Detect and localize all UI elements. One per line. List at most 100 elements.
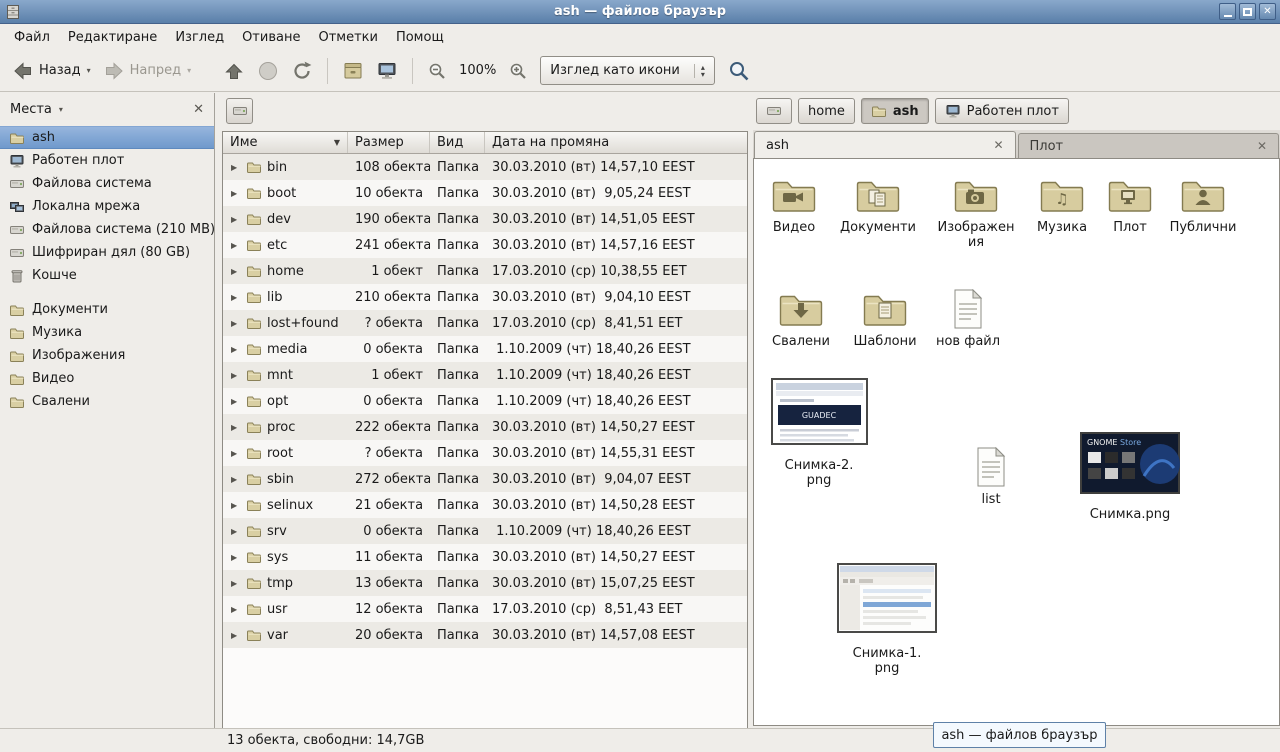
sidebar-item[interactable]: Музика [0,321,214,344]
menu-item-5[interactable]: Помощ [387,26,453,49]
zoom-out-button[interactable] [421,57,453,85]
back-dropdown-icon[interactable]: ▾ [87,66,91,75]
close-button[interactable]: ✕ [1259,3,1276,20]
reload-button[interactable] [285,56,319,86]
expander-icon[interactable]: ▶ [231,241,241,250]
tree-row[interactable]: ▶proc 222 обекта Папка 30.03.2010 (вт) 1… [223,414,747,440]
folder-icon [246,627,262,643]
expander-icon[interactable]: ▶ [231,475,241,484]
tree-row[interactable]: ▶root ? обекта Папка 30.03.2010 (вт) 14,… [223,440,747,466]
icon-view[interactable]: Видео Документи Изображения ♫ Музика Пло… [753,158,1280,726]
menu-item-0[interactable]: Файл [5,26,59,49]
expander-icon[interactable]: ▶ [231,605,241,614]
titlebar[interactable]: ash — файлов браузър ✕ [0,0,1280,24]
tree-row[interactable]: ▶sys 11 обекта Папка 30.03.2010 (вт) 14,… [223,544,747,570]
icon-view-item[interactable]: list [931,447,1051,507]
icon-view-item[interactable]: нов файл [908,289,1028,349]
minimize-button[interactable] [1219,3,1236,20]
icon-view-item[interactable]: Публични [1143,173,1263,235]
expander-icon[interactable]: ▶ [231,631,241,640]
expander-icon[interactable]: ▶ [231,267,241,276]
expander-icon[interactable]: ▶ [231,423,241,432]
tree-row[interactable]: ▶bin 108 обекта Папка 30.03.2010 (вт) 14… [223,154,747,180]
sidebar-item[interactable]: Файлова система (210 MB) [0,218,214,241]
icon-view-item[interactable]: GUADEC Снимка-2.png [759,378,879,488]
column-header-name[interactable]: Име▼ [223,132,348,153]
expander-icon[interactable]: ▶ [231,319,241,328]
tree-row[interactable]: ▶media 0 обекта Папка 1.10.2009 (чт) 18,… [223,336,747,362]
places-title[interactable]: Места [10,102,52,117]
tab[interactable]: Плот ✕ [1018,133,1280,158]
maximize-button[interactable] [1239,3,1256,20]
tree-row[interactable]: ▶selinux 21 обекта Папка 30.03.2010 (вт)… [223,492,747,518]
expander-icon[interactable]: ▶ [231,501,241,510]
up-button[interactable] [217,56,251,86]
tree-row[interactable]: ▶etc 241 обекта Папка 30.03.2010 (вт) 14… [223,232,747,258]
tree-row[interactable]: ▶srv 0 обекта Папка 1.10.2009 (чт) 18,40… [223,518,747,544]
tab[interactable]: ash ✕ [754,131,1016,158]
sidebar-item[interactable]: Работен плот [0,149,214,172]
expander-icon[interactable]: ▶ [231,553,241,562]
tree-row[interactable]: ▶dev 190 обекта Папка 30.03.2010 (вт) 14… [223,206,747,232]
file-size: 1 обект [348,264,430,279]
menu-item-2[interactable]: Изглед [166,26,233,49]
tree-row[interactable]: ▶lost+found ? обекта Папка 17.03.2010 (с… [223,310,747,336]
tab-close-icon[interactable]: ✕ [1247,139,1267,153]
search-button[interactable] [721,55,757,87]
menu-item-3[interactable]: Отиване [233,26,309,49]
tree-row[interactable]: ▶usr 12 обекта Папка 17.03.2010 (ср) 8,5… [223,596,747,622]
sidebar-item[interactable]: Свалени [0,390,214,413]
zoom-in-button[interactable] [502,57,534,85]
view-mode-select[interactable]: Изглед като икони ▴▾ [540,56,715,85]
tree-row[interactable]: ▶opt 0 обекта Папка 1.10.2009 (чт) 18,40… [223,388,747,414]
expander-icon[interactable]: ▶ [231,345,241,354]
forward-button[interactable]: Напред ▾ [97,56,198,86]
sidebar-item[interactable]: Видео [0,367,214,390]
expander-icon[interactable]: ▶ [231,215,241,224]
sidebar-item[interactable]: Шифриран дял (80 GB) [0,241,214,264]
places-dropdown-icon[interactable]: ▾ [59,105,63,114]
sidebar-item[interactable]: Кошче [0,264,214,287]
path-button-Работен плот[interactable]: Работен плот [935,98,1069,124]
sidebar-item[interactable]: Файлова система [0,172,214,195]
home-button[interactable] [336,56,370,86]
root-path-button[interactable] [226,98,253,124]
sidebar-item[interactable]: Изображения [0,344,214,367]
column-header-type[interactable]: Вид [430,132,485,153]
computer-button[interactable] [370,56,404,86]
tree-row[interactable]: ▶sbin 272 обекта Папка 30.03.2010 (вт) 9… [223,466,747,492]
path-button[interactable] [756,98,792,124]
places-close-button[interactable]: ✕ [193,102,204,117]
column-header-size[interactable]: Размер [348,132,430,153]
tree-row[interactable]: ▶lib 210 обекта Папка 30.03.2010 (вт) 9,… [223,284,747,310]
expander-icon[interactable]: ▶ [231,527,241,536]
path-button-home[interactable]: home [798,98,855,124]
sidebar-item[interactable]: Документи [0,298,214,321]
back-button[interactable]: Назад ▾ [6,56,97,86]
tree-row[interactable]: ▶boot 10 обекта Папка 30.03.2010 (вт) 9,… [223,180,747,206]
expander-icon[interactable]: ▶ [231,189,241,198]
tree-row[interactable]: ▶tmp 13 обекта Папка 30.03.2010 (вт) 15,… [223,570,747,596]
sidebar-item[interactable]: ash [0,126,214,149]
column-header-date[interactable]: Дата на промяна [485,132,747,153]
file-date: 17.03.2010 (ср) 8,51,43 EET [485,602,747,617]
expander-icon[interactable]: ▶ [231,293,241,302]
file-size: 222 обекта [348,420,430,435]
tab-close-icon[interactable]: ✕ [983,138,1003,152]
expander-icon[interactable]: ▶ [231,449,241,458]
expander-icon[interactable]: ▶ [231,371,241,380]
expander-icon[interactable]: ▶ [231,163,241,172]
icon-view-item[interactable]: GNOME Store Снимка.png [1070,432,1190,522]
icon-view-item[interactable]: Снимка-1.png [827,563,947,676]
stop-button[interactable] [251,56,285,86]
tree-row[interactable]: ▶home 1 обект Папка 17.03.2010 (ср) 10,3… [223,258,747,284]
path-button-ash[interactable]: ash [861,98,929,124]
forward-dropdown-icon[interactable]: ▾ [187,66,191,75]
expander-icon[interactable]: ▶ [231,397,241,406]
tree-row[interactable]: ▶mnt 1 обект Папка 1.10.2009 (чт) 18,40,… [223,362,747,388]
tree-row[interactable]: ▶var 20 обекта Папка 30.03.2010 (вт) 14,… [223,622,747,648]
expander-icon[interactable]: ▶ [231,579,241,588]
menu-item-1[interactable]: Редактиране [59,26,166,49]
menu-item-4[interactable]: Отметки [309,26,386,49]
sidebar-item[interactable]: Локална мрежа [0,195,214,218]
